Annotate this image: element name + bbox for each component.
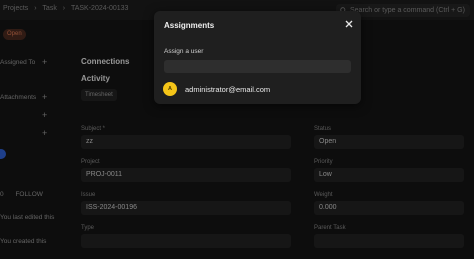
close-icon[interactable] [344,19,354,29]
avatar: A [163,82,177,96]
user-email: administrator@email.com [185,85,271,94]
dialog-title: Assignments [164,21,215,30]
assign-user-input[interactable] [164,60,351,73]
assign-user-label: Assign a user [164,48,204,55]
assignments-dialog: Assignments Assign a user A administrato… [154,11,361,104]
assigned-user-row[interactable]: A administrator@email.com [163,82,352,96]
